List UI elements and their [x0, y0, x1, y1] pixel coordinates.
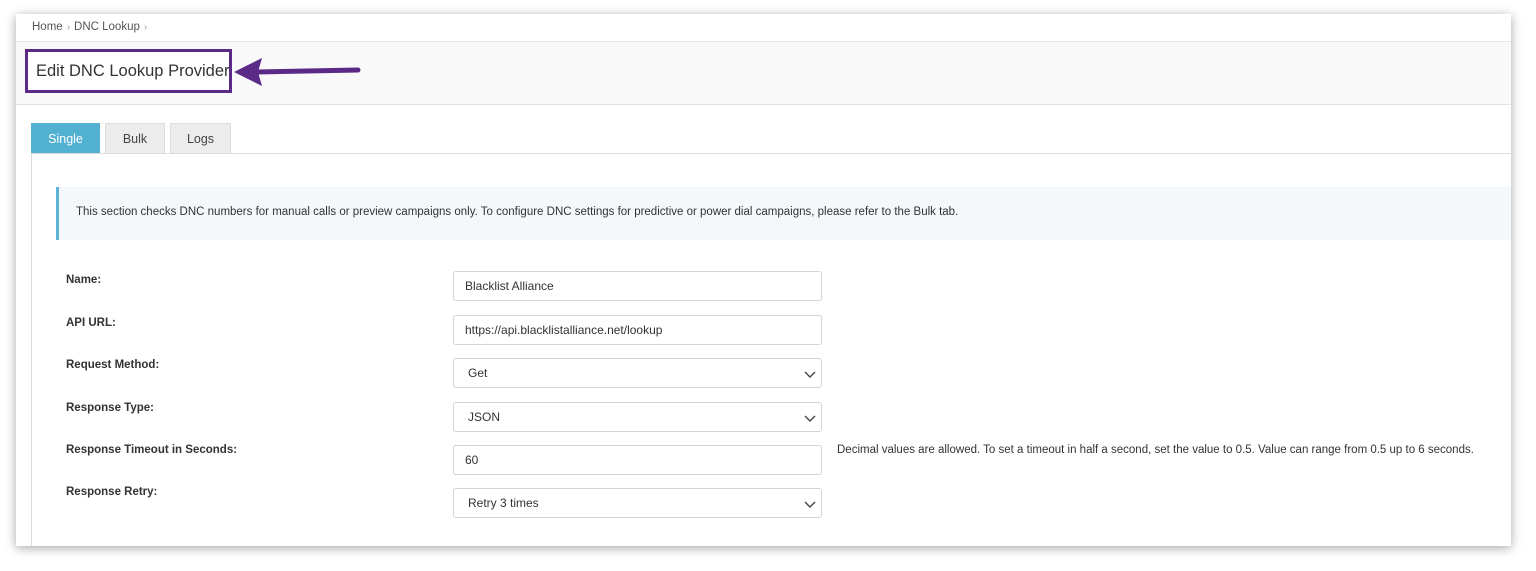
tab-bar: Single Bulk Logs: [31, 123, 236, 154]
single-tab-panel: This section checks DNC numbers for manu…: [31, 154, 1511, 546]
chevron-down-icon: [804, 371, 816, 378]
chevron-right-icon: ›: [143, 22, 148, 33]
arrow-left-icon: [234, 58, 361, 86]
chevron-down-icon: [804, 501, 816, 508]
response-timeout-input[interactable]: 60: [453, 445, 822, 475]
breadcrumb: Home › DNC Lookup ›: [16, 14, 1511, 42]
response-type-value: JSON: [468, 410, 501, 424]
api-url-input[interactable]: https://api.blacklistalliance.net/lookup: [453, 315, 822, 345]
app-window: Home › DNC Lookup › Edit DNC Lookup Provide…: [16, 14, 1511, 546]
response-type-label: Response Type:: [66, 402, 154, 414]
response-type-select[interactable]: JSON: [453, 402, 822, 432]
page-title: Edit DNC Lookup Provider: [36, 61, 230, 80]
tab-single[interactable]: Single: [31, 123, 100, 154]
tab-bulk[interactable]: Bulk: [105, 123, 165, 154]
request-method-value: Get: [468, 366, 488, 380]
name-input[interactable]: Blacklist Alliance: [453, 271, 822, 301]
response-timeout-help: Decimal values are allowed. To set a tim…: [837, 444, 1474, 456]
chevron-down-icon: [804, 415, 816, 422]
name-label: Name:: [66, 274, 102, 286]
annotation-highlight-box: Edit DNC Lookup Provider: [25, 49, 232, 93]
breadcrumb-home[interactable]: Home: [32, 21, 63, 33]
info-alert: This section checks DNC numbers for manu…: [56, 187, 1511, 240]
response-retry-value: Retry 3 times: [468, 496, 539, 510]
api-url-label: API URL:: [66, 317, 116, 329]
request-method-select[interactable]: Get: [453, 358, 822, 388]
response-retry-label: Response Retry:: [66, 486, 158, 498]
request-method-label: Request Method:: [66, 359, 160, 371]
breadcrumb-dnc-lookup[interactable]: DNC Lookup: [74, 21, 140, 33]
tab-logs[interactable]: Logs: [170, 123, 231, 154]
chevron-right-icon: ›: [66, 22, 71, 33]
response-retry-select[interactable]: Retry 3 times: [453, 488, 822, 518]
response-timeout-label: Response Timeout in Seconds:: [66, 444, 238, 456]
